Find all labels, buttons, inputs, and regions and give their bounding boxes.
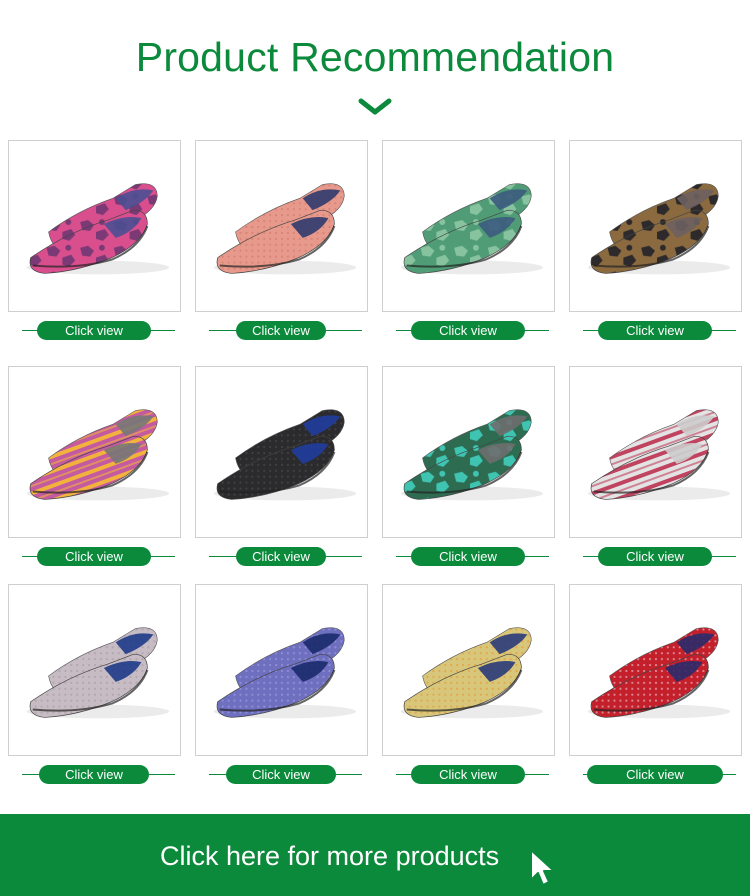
click-view-button[interactable]: Click view <box>411 547 525 566</box>
shoe-illustration <box>26 627 170 719</box>
shoe-illustration <box>213 409 357 501</box>
product-card[interactable] <box>382 140 555 312</box>
page-title: Product Recommendation <box>135 34 615 80</box>
shoe-illustration <box>26 409 170 501</box>
shoe-illustration <box>400 627 544 719</box>
shoe-illustration <box>400 409 544 501</box>
shoe-illustration <box>587 409 731 501</box>
click-view-button[interactable]: Click view <box>598 547 712 566</box>
product-card[interactable] <box>8 584 181 756</box>
click-view-button[interactable]: Click view <box>39 765 149 784</box>
click-view-button[interactable]: Click view <box>236 321 326 340</box>
click-view-button[interactable]: Click view <box>226 765 336 784</box>
product-card[interactable] <box>8 140 181 312</box>
product-card[interactable] <box>195 366 368 538</box>
mouse-pointer-icon <box>530 849 555 886</box>
shoe-illustration <box>587 627 731 719</box>
shoe-illustration <box>26 183 170 275</box>
product-card[interactable] <box>8 366 181 538</box>
click-view-button[interactable]: Click view <box>411 765 525 784</box>
product-card[interactable] <box>382 584 555 756</box>
more-products-link[interactable]: Click here for more products <box>160 841 499 872</box>
click-view-button[interactable]: Click view <box>411 321 525 340</box>
product-card[interactable] <box>382 366 555 538</box>
product-card[interactable] <box>569 140 742 312</box>
click-view-button[interactable]: Click view <box>587 765 723 784</box>
product-card[interactable] <box>195 584 368 756</box>
more-products-banner[interactable]: Click here for more products <box>0 814 750 896</box>
shoe-illustration <box>213 627 357 719</box>
click-view-button[interactable]: Click view <box>598 321 712 340</box>
click-view-button[interactable]: Click view <box>37 547 151 566</box>
click-view-button[interactable]: Click view <box>37 321 151 340</box>
product-card[interactable] <box>195 140 368 312</box>
shoe-illustration <box>587 183 731 275</box>
click-view-button[interactable]: Click view <box>236 547 326 566</box>
product-card[interactable] <box>569 584 742 756</box>
shoe-illustration <box>213 183 357 275</box>
product-card[interactable] <box>569 366 742 538</box>
chevron-down-icon <box>358 98 392 115</box>
shoe-illustration <box>400 183 544 275</box>
